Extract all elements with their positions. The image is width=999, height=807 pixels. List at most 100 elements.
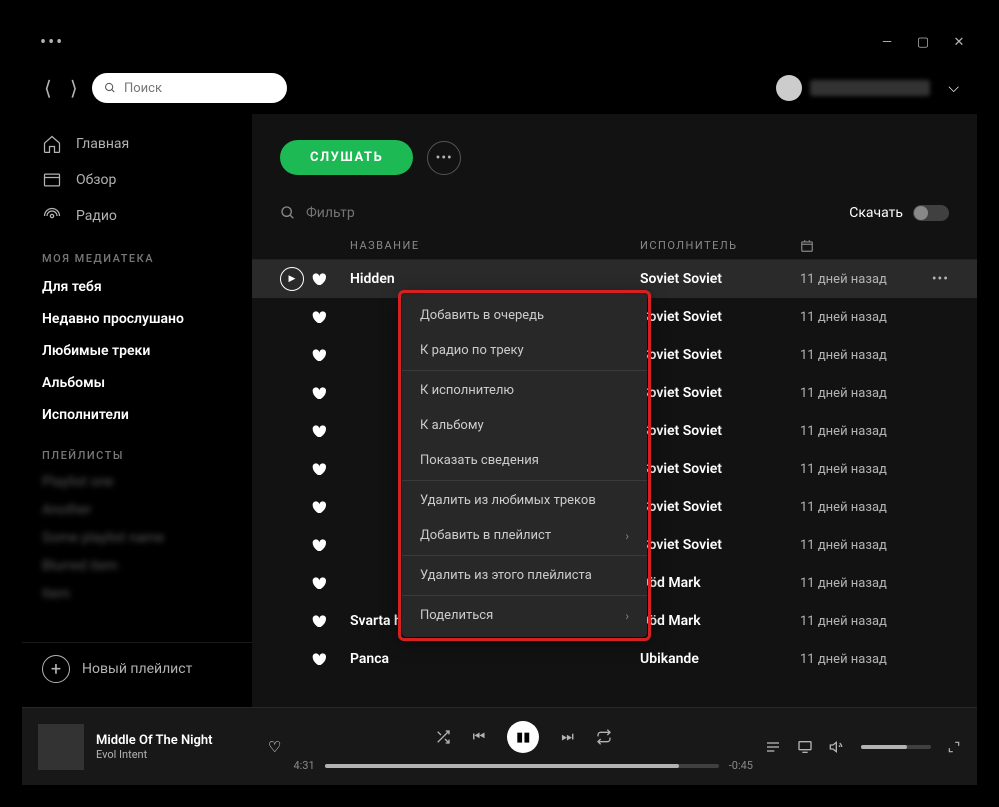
- like-button[interactable]: ♡: [268, 738, 281, 756]
- progress-track[interactable]: [325, 764, 719, 768]
- lib-for-you[interactable]: Для тебя: [22, 271, 252, 303]
- lib-liked[interactable]: Любимые треки: [22, 335, 252, 367]
- like-button[interactable]: [310, 385, 350, 401]
- now-playing-artist[interactable]: Evol Intent: [96, 748, 256, 761]
- like-button[interactable]: [310, 309, 350, 325]
- like-button[interactable]: [310, 461, 350, 477]
- ctx-show-info[interactable]: Показать сведения: [402, 443, 647, 478]
- playlist-item[interactable]: Some playlist name: [22, 524, 252, 552]
- track-artist[interactable]: Soviet Soviet: [640, 461, 800, 477]
- track-artist[interactable]: Soviet Soviet: [640, 499, 800, 515]
- sidebar-home[interactable]: Главная: [22, 126, 252, 162]
- like-button[interactable]: [310, 347, 350, 363]
- volume-slider[interactable]: [861, 745, 931, 749]
- nav-back-button[interactable]: ⟨: [40, 72, 56, 104]
- track-artist[interactable]: Död Mark: [640, 613, 800, 629]
- like-button[interactable]: [310, 575, 350, 591]
- col-title[interactable]: НАЗВАНИЕ: [350, 239, 640, 253]
- track-artist[interactable]: Död Mark: [640, 575, 800, 591]
- track-date: 11 дней назад: [800, 310, 949, 325]
- track-artist[interactable]: Ubikande: [640, 651, 800, 667]
- sidebar-radio[interactable]: Радио: [22, 198, 252, 234]
- app-window: ••• — ▢ ✕ ⟨ ⟩ ⌵ Главная Обзор: [22, 22, 977, 785]
- ctx-add-playlist[interactable]: Добавить в плейлист›: [402, 518, 647, 553]
- search-box[interactable]: [92, 73, 287, 103]
- playlist-item[interactable]: Playlist one: [22, 468, 252, 496]
- ctx-remove-liked[interactable]: Удалить из любимых треков: [402, 483, 647, 518]
- lib-albums[interactable]: Альбомы: [22, 367, 252, 399]
- prev-button[interactable]: ⏮: [473, 729, 486, 745]
- track-date: 11 дней назад: [800, 538, 949, 553]
- playlist-item[interactable]: Blurred item: [22, 552, 252, 580]
- like-button[interactable]: [310, 271, 350, 287]
- avatar: [776, 75, 802, 101]
- filter-row: Скачать: [252, 193, 977, 233]
- track-artist[interactable]: Soviet Soviet: [640, 347, 800, 363]
- track-artist[interactable]: Soviet Soviet: [640, 423, 800, 439]
- ctx-to-album[interactable]: К альбому: [402, 408, 647, 443]
- sidebar-browse[interactable]: Обзор: [22, 162, 252, 198]
- like-button[interactable]: [310, 423, 350, 439]
- nav-forward-button[interactable]: ⟩: [66, 72, 82, 104]
- ctx-to-artist[interactable]: К исполнителю: [402, 373, 647, 408]
- repeat-button[interactable]: [596, 729, 612, 745]
- like-button[interactable]: [310, 499, 350, 515]
- track-row[interactable]: PancaUbikande11 дней назад: [252, 640, 977, 678]
- lib-recent[interactable]: Недавно прослушано: [22, 303, 252, 335]
- action-row: СЛУШАТЬ •••: [252, 122, 977, 193]
- next-button[interactable]: ⏭: [561, 729, 574, 745]
- download-toggle[interactable]: [913, 205, 949, 221]
- playlist-item[interactable]: Another: [22, 496, 252, 524]
- col-artist[interactable]: ИСПОЛНИТЕЛЬ: [640, 239, 800, 253]
- track-artist[interactable]: Soviet Soviet: [640, 271, 800, 287]
- track-more-button[interactable]: •••: [932, 271, 949, 287]
- track-artist[interactable]: Soviet Soviet: [640, 385, 800, 401]
- context-menu: Добавить в очередь К радио по треку К ис…: [402, 294, 647, 637]
- now-playing-info: Middle Of The Night Evol Intent: [96, 733, 256, 761]
- new-playlist-label: Новый плейлист: [82, 661, 192, 677]
- col-date[interactable]: [800, 239, 814, 253]
- play-pause-button[interactable]: ▮▮: [507, 721, 539, 753]
- track-artist[interactable]: Soviet Soviet: [640, 537, 800, 553]
- like-button[interactable]: [310, 537, 350, 553]
- volume-button[interactable]: [829, 739, 845, 755]
- more-options-button[interactable]: •••: [427, 141, 461, 175]
- shuffle-button[interactable]: [435, 729, 451, 745]
- lib-artists[interactable]: Исполнители: [22, 399, 252, 431]
- now-playing-title[interactable]: Middle Of The Night: [96, 733, 256, 748]
- maximize-button[interactable]: ▢: [915, 35, 931, 50]
- track-artist[interactable]: Soviet Soviet: [640, 309, 800, 325]
- sidebar-home-label: Главная: [76, 136, 129, 152]
- ctx-share[interactable]: Поделиться›: [402, 598, 647, 633]
- play-all-button[interactable]: СЛУШАТЬ: [280, 140, 413, 175]
- track-date: 11 дней назад: [800, 462, 949, 477]
- separator: [402, 555, 647, 556]
- user-menu[interactable]: ⌵: [776, 75, 959, 101]
- track-row[interactable]: ▶HiddenSoviet Soviet11 дней назад•••: [252, 260, 977, 298]
- close-button[interactable]: ✕: [951, 35, 967, 50]
- ctx-remove-playlist[interactable]: Удалить из этого плейлиста: [402, 558, 647, 593]
- chevron-down-icon: ⌵: [948, 80, 959, 96]
- app-menu-button[interactable]: •••: [32, 32, 72, 53]
- search-input[interactable]: [124, 81, 275, 96]
- window-controls: — ▢ ✕: [879, 35, 967, 50]
- play-icon[interactable]: ▶: [280, 267, 304, 291]
- now-playing-cover[interactable]: [38, 724, 84, 770]
- like-button[interactable]: [310, 613, 350, 629]
- player-right: [765, 739, 961, 755]
- devices-button[interactable]: [797, 739, 813, 755]
- new-playlist-button[interactable]: + Новый плейлист: [22, 642, 252, 695]
- ctx-add-queue[interactable]: Добавить в очередь: [402, 298, 647, 333]
- like-button[interactable]: [310, 651, 350, 667]
- filter-input[interactable]: [306, 205, 839, 221]
- minimize-button[interactable]: —: [879, 35, 895, 50]
- user-name: [810, 80, 930, 96]
- chevron-right-icon: ›: [625, 609, 629, 623]
- sidebar-radio-label: Радио: [76, 208, 117, 224]
- time-remaining: -0:45: [729, 759, 753, 772]
- progress-bar: 4:31 -0:45: [293, 759, 753, 772]
- ctx-track-radio[interactable]: К радио по треку: [402, 333, 647, 368]
- fullscreen-button[interactable]: [947, 740, 961, 754]
- playlist-item[interactable]: Item: [22, 580, 252, 608]
- queue-button[interactable]: [765, 739, 781, 755]
